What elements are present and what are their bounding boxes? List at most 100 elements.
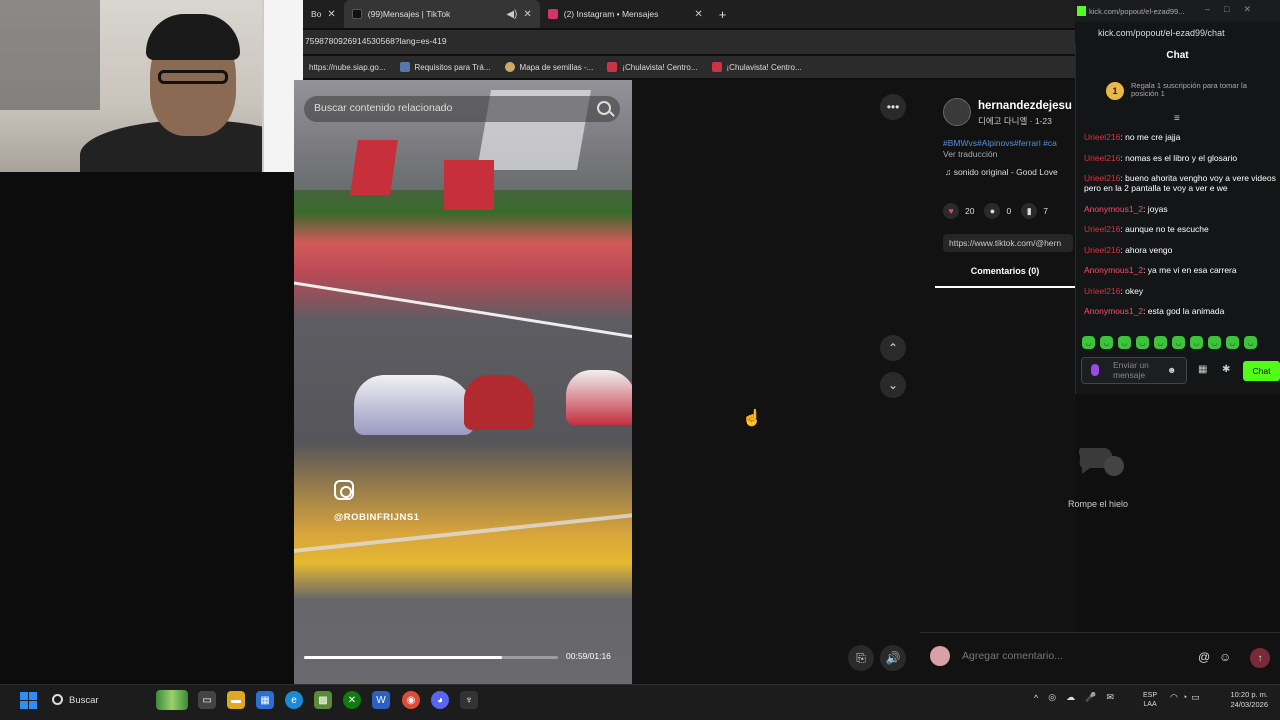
volume-button[interactable]: 🔊 [880,645,906,671]
emote-icon[interactable]: ◡ [1208,336,1221,349]
chat-username[interactable]: Urieel216 [1084,224,1120,234]
emote-icon[interactable]: ◡ [1154,336,1167,349]
search-icon[interactable] [52,694,63,705]
empty-comments-text: Rompe el hielo [1068,499,1129,509]
chrome-icon[interactable]: ◉ [402,691,420,709]
chevron-down-icon: ⌄ [887,378,899,392]
previous-video-button[interactable]: ⌃ [880,335,906,361]
emote-icon[interactable]: ◡ [1226,336,1239,349]
taskview-icon[interactable]: ▭ [198,691,216,709]
file-explorer-icon[interactable]: ▬ [227,691,245,709]
onedrive-icon[interactable]: ☁ [1066,692,1075,703]
chat-message: Urieel216: bueno ahorita vengho voy a ve… [1084,173,1276,193]
tray-app-icon[interactable]: ◎ [1048,692,1056,703]
discord-icon[interactable]: ◕ [431,691,449,709]
address-bar[interactable]: 7598780926914530568?lang=es-419 [303,30,1075,54]
new-tab-button[interactable]: + [711,0,735,28]
app-icon[interactable]: ♆ [460,691,478,709]
heart-icon: ♥ [943,203,959,219]
comment-input[interactable]: Agregar comentario... [958,644,1190,668]
post-hashtags[interactable]: #BMWvs#Alpinovs#ferrari #ca [943,138,1057,148]
more-options-button[interactable]: ••• [880,94,906,120]
gift-sub-prompt[interactable]: Regala 1 suscripción para tomar la posic… [1131,82,1261,98]
chat-message: Anonymous1_2: ya me vi en esa carrera [1084,265,1276,275]
mail-icon[interactable]: ✉ [1106,692,1114,703]
weather-widget-icon[interactable] [156,690,188,710]
translate-link[interactable]: Ver traducción [943,149,997,159]
bookmark[interactable]: https://nube.siap.go... [309,63,386,72]
tab-comments[interactable]: Comentarios (0) [935,266,1075,276]
post-stats: ♥ 20 ● 0 ▮ 7 [943,203,1048,219]
windows-start-icon[interactable] [20,692,37,709]
chat-username[interactable]: Urieel216 [1084,286,1120,296]
captions-button[interactable]: ⎘ [848,645,874,671]
close-icon[interactable]: ✕ [327,9,335,20]
send-chat-button[interactable]: Chat [1243,361,1280,381]
chat-username[interactable]: Urieel216 [1084,132,1120,142]
bookmark[interactable]: ¡Chulavista! Centro... [607,62,698,72]
post-username[interactable]: hernandezdejesu [978,100,1072,112]
close-icon[interactable]: ✕ [523,9,531,20]
edge-icon[interactable]: e [285,691,303,709]
avatar[interactable] [943,98,971,126]
tray-chevron-icon[interactable]: ^ [1034,693,1038,703]
post-sound[interactable]: ♫ sonido original - Good Love [945,167,1058,177]
store-icon[interactable]: ▦ [256,691,274,709]
emote-bar: ◡ ◡ ◡ ◡ ◡ ◡ ◡ ◡ ◡ ◡ [1082,336,1257,349]
next-video-button[interactable]: ⌄ [880,372,906,398]
xbox-icon[interactable]: ✕ [343,691,361,709]
clock[interactable]: 10:20 p. m. 24/03/2026 [1223,690,1268,710]
search-icon[interactable] [597,101,611,115]
emoji-icon[interactable]: ☻ [1167,365,1176,375]
mic-icon[interactable]: 🎤 [1085,692,1096,703]
comment-button[interactable]: ● 0 [984,203,1011,219]
word-icon[interactable]: W [372,691,390,709]
chat-message: Anonymous1_2: esta god la animada [1084,306,1276,316]
speaker-icon[interactable]: ◀) [506,9,517,20]
chat-text: : ya me vi en esa carrera [1143,265,1237,276]
store-icon[interactable]: ▦ [1198,364,1207,375]
emote-icon[interactable]: ◡ [1172,336,1185,349]
post-link[interactable]: https://www.tiktok.com/@hern [943,234,1073,252]
emote-icon[interactable]: ◡ [1136,336,1149,349]
chat-username[interactable]: Anonymous1_2 [1084,204,1143,214]
chat-text: : ahora vengo [1120,244,1173,255]
save-button[interactable]: ▮ 7 [1021,203,1048,219]
network-volume-battery-icons[interactable]: ◠◔▭ [1170,692,1204,703]
mic-icon[interactable] [1091,364,1099,376]
emote-icon[interactable]: ◡ [1118,336,1131,349]
chat-username[interactable]: Urieel216 [1084,245,1120,255]
send-comment-button[interactable]: ↑ [1250,648,1270,668]
minecraft-icon[interactable]: ▩ [314,691,332,709]
chat-username[interactable]: Anonymous1_2 [1084,265,1143,275]
emote-icon[interactable]: ◡ [1100,336,1113,349]
like-button[interactable]: ♥ 20 [943,203,974,219]
browser-tab-instagram[interactable]: (2) Instagram • Mensajes ✕ [540,0,711,28]
emoji-button[interactable]: ☺ [1219,650,1231,664]
gift-rank-badge: 1 [1106,82,1124,100]
emote-icon[interactable]: ◡ [1244,336,1257,349]
chat-username[interactable]: Urieel216 [1084,173,1120,183]
pinned-icon[interactable]: ≡ [1174,113,1180,124]
tiktok-icon [351,9,362,19]
window-controls[interactable]: –□✕ [1205,4,1265,15]
mention-button[interactable]: @ [1198,650,1210,664]
taskbar-search[interactable]: Buscar [69,695,99,706]
emote-icon[interactable]: ◡ [1190,336,1203,349]
chat-message: Urieel216: okey [1084,286,1276,296]
language-indicator[interactable]: ESP LAA [1143,691,1157,709]
browser-tab-tiktok[interactable]: (99)Mensajes | TikTok ◀) ✕ [343,0,540,28]
bookmark[interactable]: Mapa de semillas -... [504,62,593,72]
browser-tab[interactable]: Bo ✕ [303,0,344,28]
bookmark-icon: ▮ [1021,203,1038,219]
close-icon[interactable]: ✕ [694,9,702,20]
gear-icon[interactable]: ✱ [1222,364,1230,375]
chat-username[interactable]: Anonymous1_2 [1084,306,1143,316]
video-player[interactable]: @ROBINFRIJNS1 [294,80,632,684]
search-input[interactable]: Buscar contenido relacionado [304,96,620,122]
emote-icon[interactable]: ◡ [1082,336,1095,349]
bookmark[interactable]: Requisitos para Trá... [399,62,491,72]
chat-username[interactable]: Urieel216 [1084,153,1120,163]
bookmark[interactable]: ¡Chulavista! Centro... [711,62,802,72]
webcam-overlay [0,0,303,172]
